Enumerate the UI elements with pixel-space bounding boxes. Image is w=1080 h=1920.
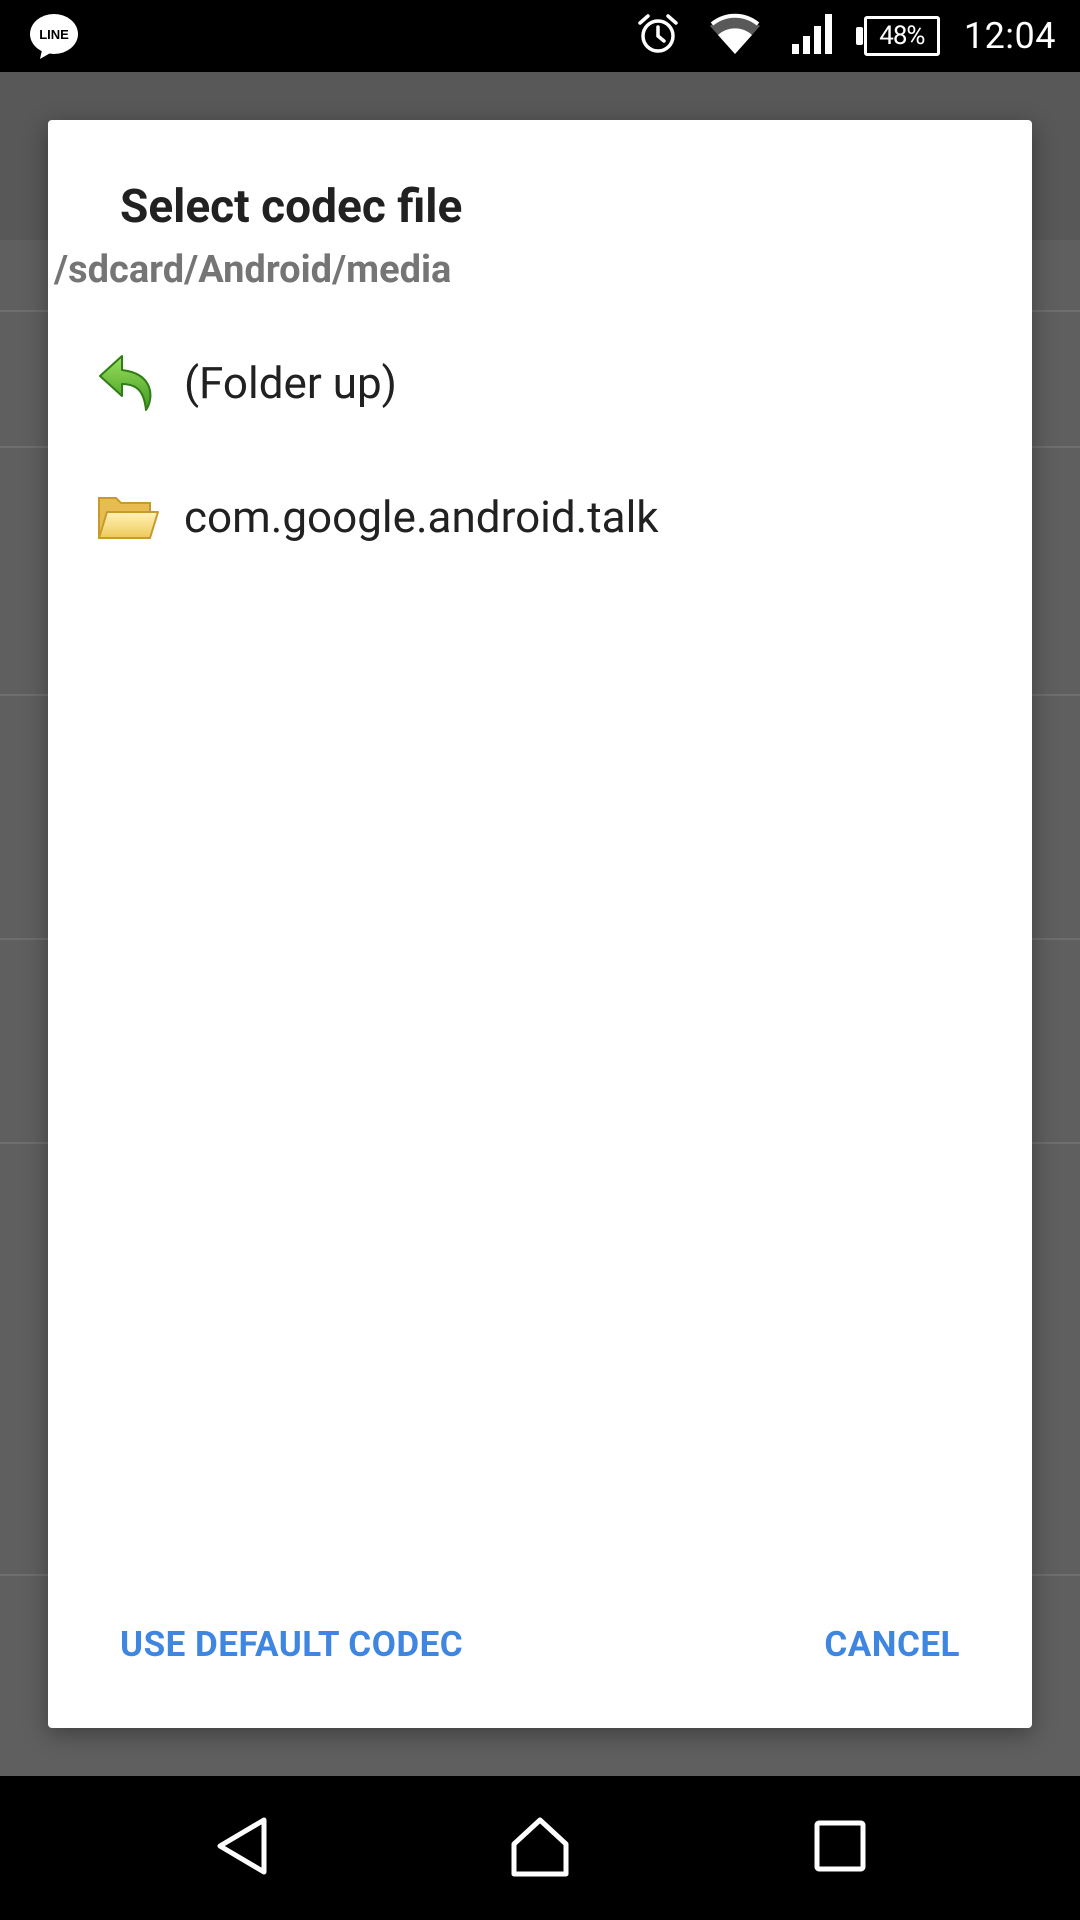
cancel-button[interactable]: CANCEL (824, 1624, 960, 1665)
dialog-title: Select codec file (120, 180, 463, 234)
folder-icon (96, 486, 160, 550)
line-app-icon: LINE (28, 12, 80, 60)
list-item-label: (Folder up) (184, 357, 397, 409)
status-icons: 48% 12:04 (636, 0, 1056, 72)
select-codec-dialog: Select codec file /sdcard/Android/media … (48, 120, 1032, 1728)
svg-text:LINE: LINE (39, 27, 69, 42)
list-item-folder[interactable]: com.google.android.talk (48, 450, 1032, 584)
file-list: (Folder up) com.google.android.talk (48, 316, 1032, 584)
alarm-icon (636, 12, 680, 60)
back-button[interactable] (162, 1776, 322, 1920)
wifi-icon (708, 12, 762, 60)
home-icon (508, 1814, 572, 1882)
battery-indicator: 48% (855, 16, 940, 56)
signal-icon (790, 12, 836, 60)
battery-percent: 48% (879, 21, 925, 51)
navigation-bar (0, 1776, 1080, 1920)
back-icon (212, 1814, 272, 1882)
use-default-codec-button[interactable]: USE DEFAULT CODEC (120, 1624, 463, 1665)
status-clock: 12:04 (963, 15, 1056, 57)
recents-button[interactable] (760, 1776, 920, 1920)
status-bar: LINE 48% 12:04 (0, 0, 1080, 72)
folder-up-icon (96, 352, 160, 416)
recents-icon (812, 1818, 868, 1878)
list-item-label: com.google.android.talk (184, 491, 659, 543)
list-item-folder-up[interactable]: (Folder up) (48, 316, 1032, 450)
home-button[interactable] (460, 1776, 620, 1920)
dialog-actions: USE DEFAULT CODEC CANCEL (48, 1568, 1032, 1728)
current-path: /sdcard/Android/media (54, 248, 452, 292)
